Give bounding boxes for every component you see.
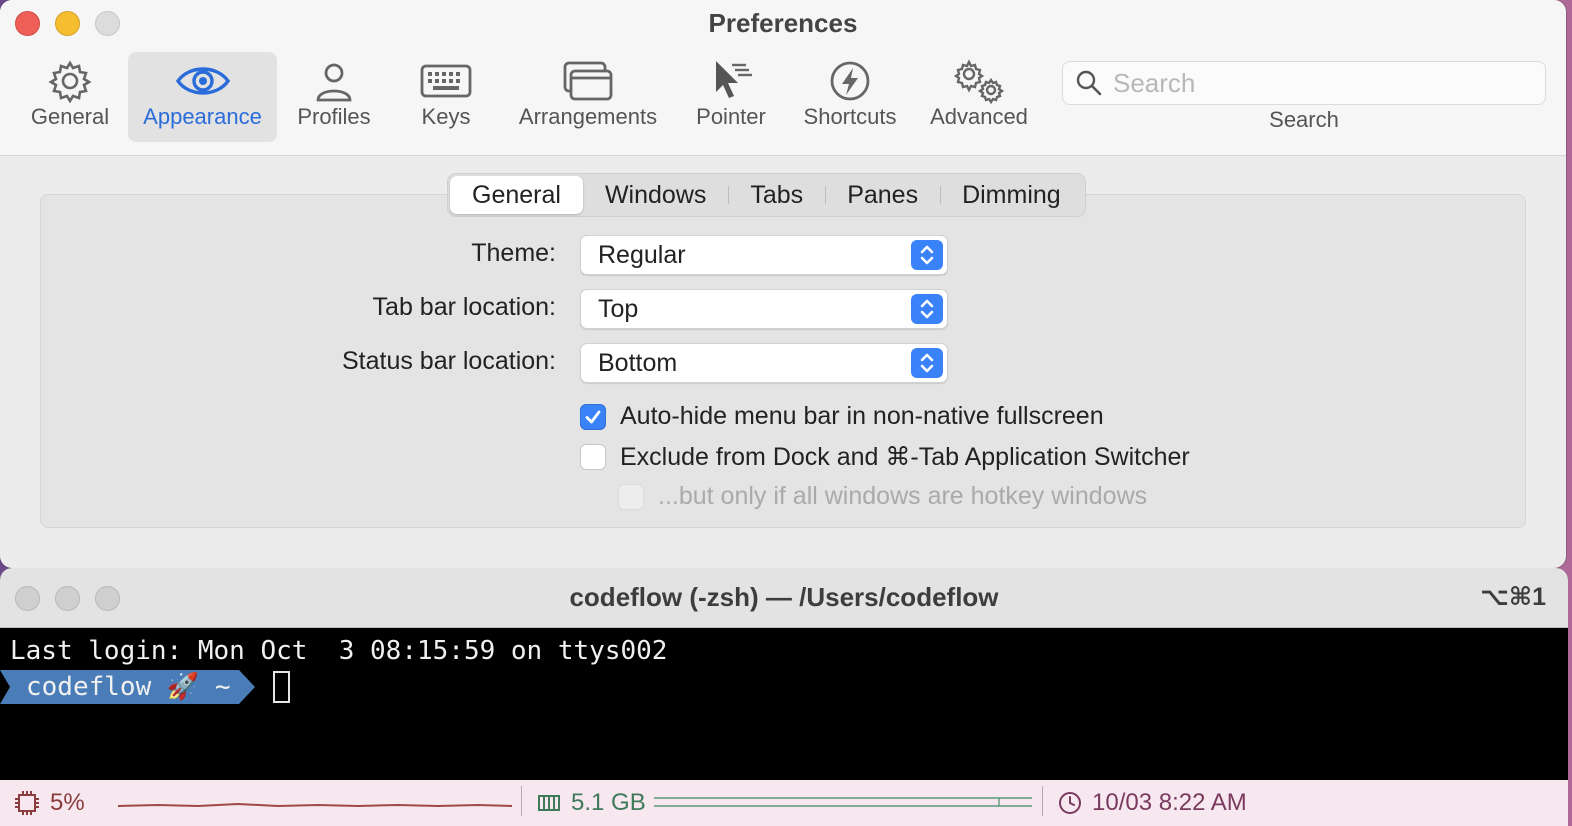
cpu-icon xyxy=(15,791,39,815)
search-caption: Search xyxy=(1269,107,1339,132)
eye-icon xyxy=(175,52,231,104)
toolbar-general[interactable]: General xyxy=(22,52,118,142)
shell-prompt: codeflow 🚀 ~ xyxy=(0,670,290,704)
window-title: Preferences xyxy=(708,8,858,38)
terminal-window: codeflow (-zsh) — /Users/codeflow ⌥⌘1 La… xyxy=(0,568,1568,826)
tab-panes[interactable]: Panes xyxy=(825,176,940,214)
memory-status: 5.1 GB xyxy=(537,788,646,818)
tab-bar-location-label: Tab bar location: xyxy=(372,293,556,321)
gear-icon xyxy=(48,52,92,104)
cpu-value: 5% xyxy=(50,789,85,816)
search-field[interactable] xyxy=(1062,61,1546,105)
text-cursor xyxy=(272,671,290,703)
memory-value: 5.1 GB xyxy=(571,789,646,816)
person-icon xyxy=(312,52,356,104)
prompt-segment: codeflow 🚀 ~ xyxy=(0,670,239,704)
toolbar-label: Keys xyxy=(421,104,471,129)
exclude-checkbox[interactable] xyxy=(580,444,606,470)
theme-popup[interactable]: Regular xyxy=(580,235,948,275)
window-shortcut: ⌥⌘1 xyxy=(1480,583,1546,611)
keyboard-icon xyxy=(420,52,472,104)
clock-status: 10/03 8:22 AM xyxy=(1058,788,1247,818)
toolbar-label: Arrangements xyxy=(518,104,658,129)
toolbar-label: Pointer xyxy=(696,104,766,129)
tab-bar-location-value: Top xyxy=(598,294,639,323)
toolbar-appearance[interactable]: Appearance xyxy=(128,52,277,142)
toolbar-label: Shortcuts xyxy=(803,104,897,129)
tab-tabs[interactable]: Tabs xyxy=(728,176,825,214)
preferences-toolbar: Preferences General Appearance Profiles xyxy=(0,0,1566,156)
prompt-arrow xyxy=(238,670,255,704)
toolbar-label: General xyxy=(30,104,110,129)
chevron-updown-icon xyxy=(911,294,943,324)
toolbar-shortcuts[interactable]: Shortcuts xyxy=(794,52,906,142)
cpu-graph xyxy=(118,802,512,808)
appearance-tabs: General Windows Tabs Panes Dimming xyxy=(447,173,1086,217)
terminal-title: codeflow (-zsh) — /Users/codeflow xyxy=(569,582,999,612)
chevron-updown-icon xyxy=(911,240,943,270)
status-bar-location-value: Bottom xyxy=(598,348,678,377)
autohide-menu-bar-option[interactable]: Auto-hide menu bar in non-native fullscr… xyxy=(580,402,1104,431)
status-bar-location-popup[interactable]: Bottom xyxy=(580,343,948,383)
status-bar: 5% 5.1 GB 10/03 8:22 AM xyxy=(0,780,1568,826)
tab-dimming[interactable]: Dimming xyxy=(940,176,1083,214)
status-divider xyxy=(1042,786,1043,816)
memory-graph xyxy=(654,797,1032,807)
toolbar-pointer[interactable]: Pointer xyxy=(688,52,774,142)
terminal-titlebar: codeflow (-zsh) — /Users/codeflow ⌥⌘1 xyxy=(0,568,1568,628)
cpu-status: 5% xyxy=(14,788,85,818)
tab-windows[interactable]: Windows xyxy=(583,176,728,214)
login-line: Last login: Mon Oct 3 08:15:59 on ttys00… xyxy=(10,636,668,666)
search-icon xyxy=(1076,70,1102,96)
exclude-from-dock-option[interactable]: Exclude from Dock and ⌘-Tab Application … xyxy=(580,442,1190,472)
memory-icon xyxy=(538,795,560,811)
toolbar-keys[interactable]: Keys xyxy=(404,52,488,142)
lightning-icon xyxy=(828,52,872,104)
tab-general[interactable]: General xyxy=(450,176,583,214)
status-divider xyxy=(521,786,522,816)
exclude-label: Exclude from Dock and ⌘-Tab Application … xyxy=(620,443,1190,471)
tab-bar-location-popup[interactable]: Top xyxy=(580,289,948,329)
chevron-updown-icon xyxy=(911,348,943,378)
hotkey-windows-option: ...but only if all windows are hotkey wi… xyxy=(618,482,1147,511)
preferences-window: Preferences General Appearance Profiles xyxy=(0,0,1566,568)
toolbar-label: Advanced xyxy=(930,104,1028,129)
theme-label: Theme: xyxy=(471,239,556,267)
checkmark-icon xyxy=(585,410,601,423)
toolbar-advanced[interactable]: Advanced xyxy=(922,52,1036,142)
gears-icon xyxy=(951,52,1007,104)
toolbar-label: Profiles xyxy=(297,104,371,129)
hotkey-label: ...but only if all windows are hotkey wi… xyxy=(658,482,1148,510)
clock-value: 10/03 8:22 AM xyxy=(1092,789,1247,816)
terminal-output[interactable]: Last login: Mon Oct 3 08:15:59 on ttys00… xyxy=(0,628,1568,780)
pointer-icon xyxy=(708,52,754,104)
toolbar-profiles[interactable]: Profiles xyxy=(287,52,381,142)
toolbar-label: Appearance xyxy=(143,104,262,129)
theme-value: Regular xyxy=(598,240,686,269)
autohide-checkbox[interactable] xyxy=(580,403,606,430)
search-input[interactable] xyxy=(1113,67,1533,99)
toolbar-arrangements[interactable]: Arrangements xyxy=(508,52,668,142)
windows-icon xyxy=(562,52,614,104)
clock-icon xyxy=(1059,792,1081,814)
autohide-label: Auto-hide menu bar in non-native fullscr… xyxy=(620,402,1104,430)
status-bar-location-label: Status bar location: xyxy=(341,347,556,375)
hotkey-checkbox xyxy=(618,483,644,510)
